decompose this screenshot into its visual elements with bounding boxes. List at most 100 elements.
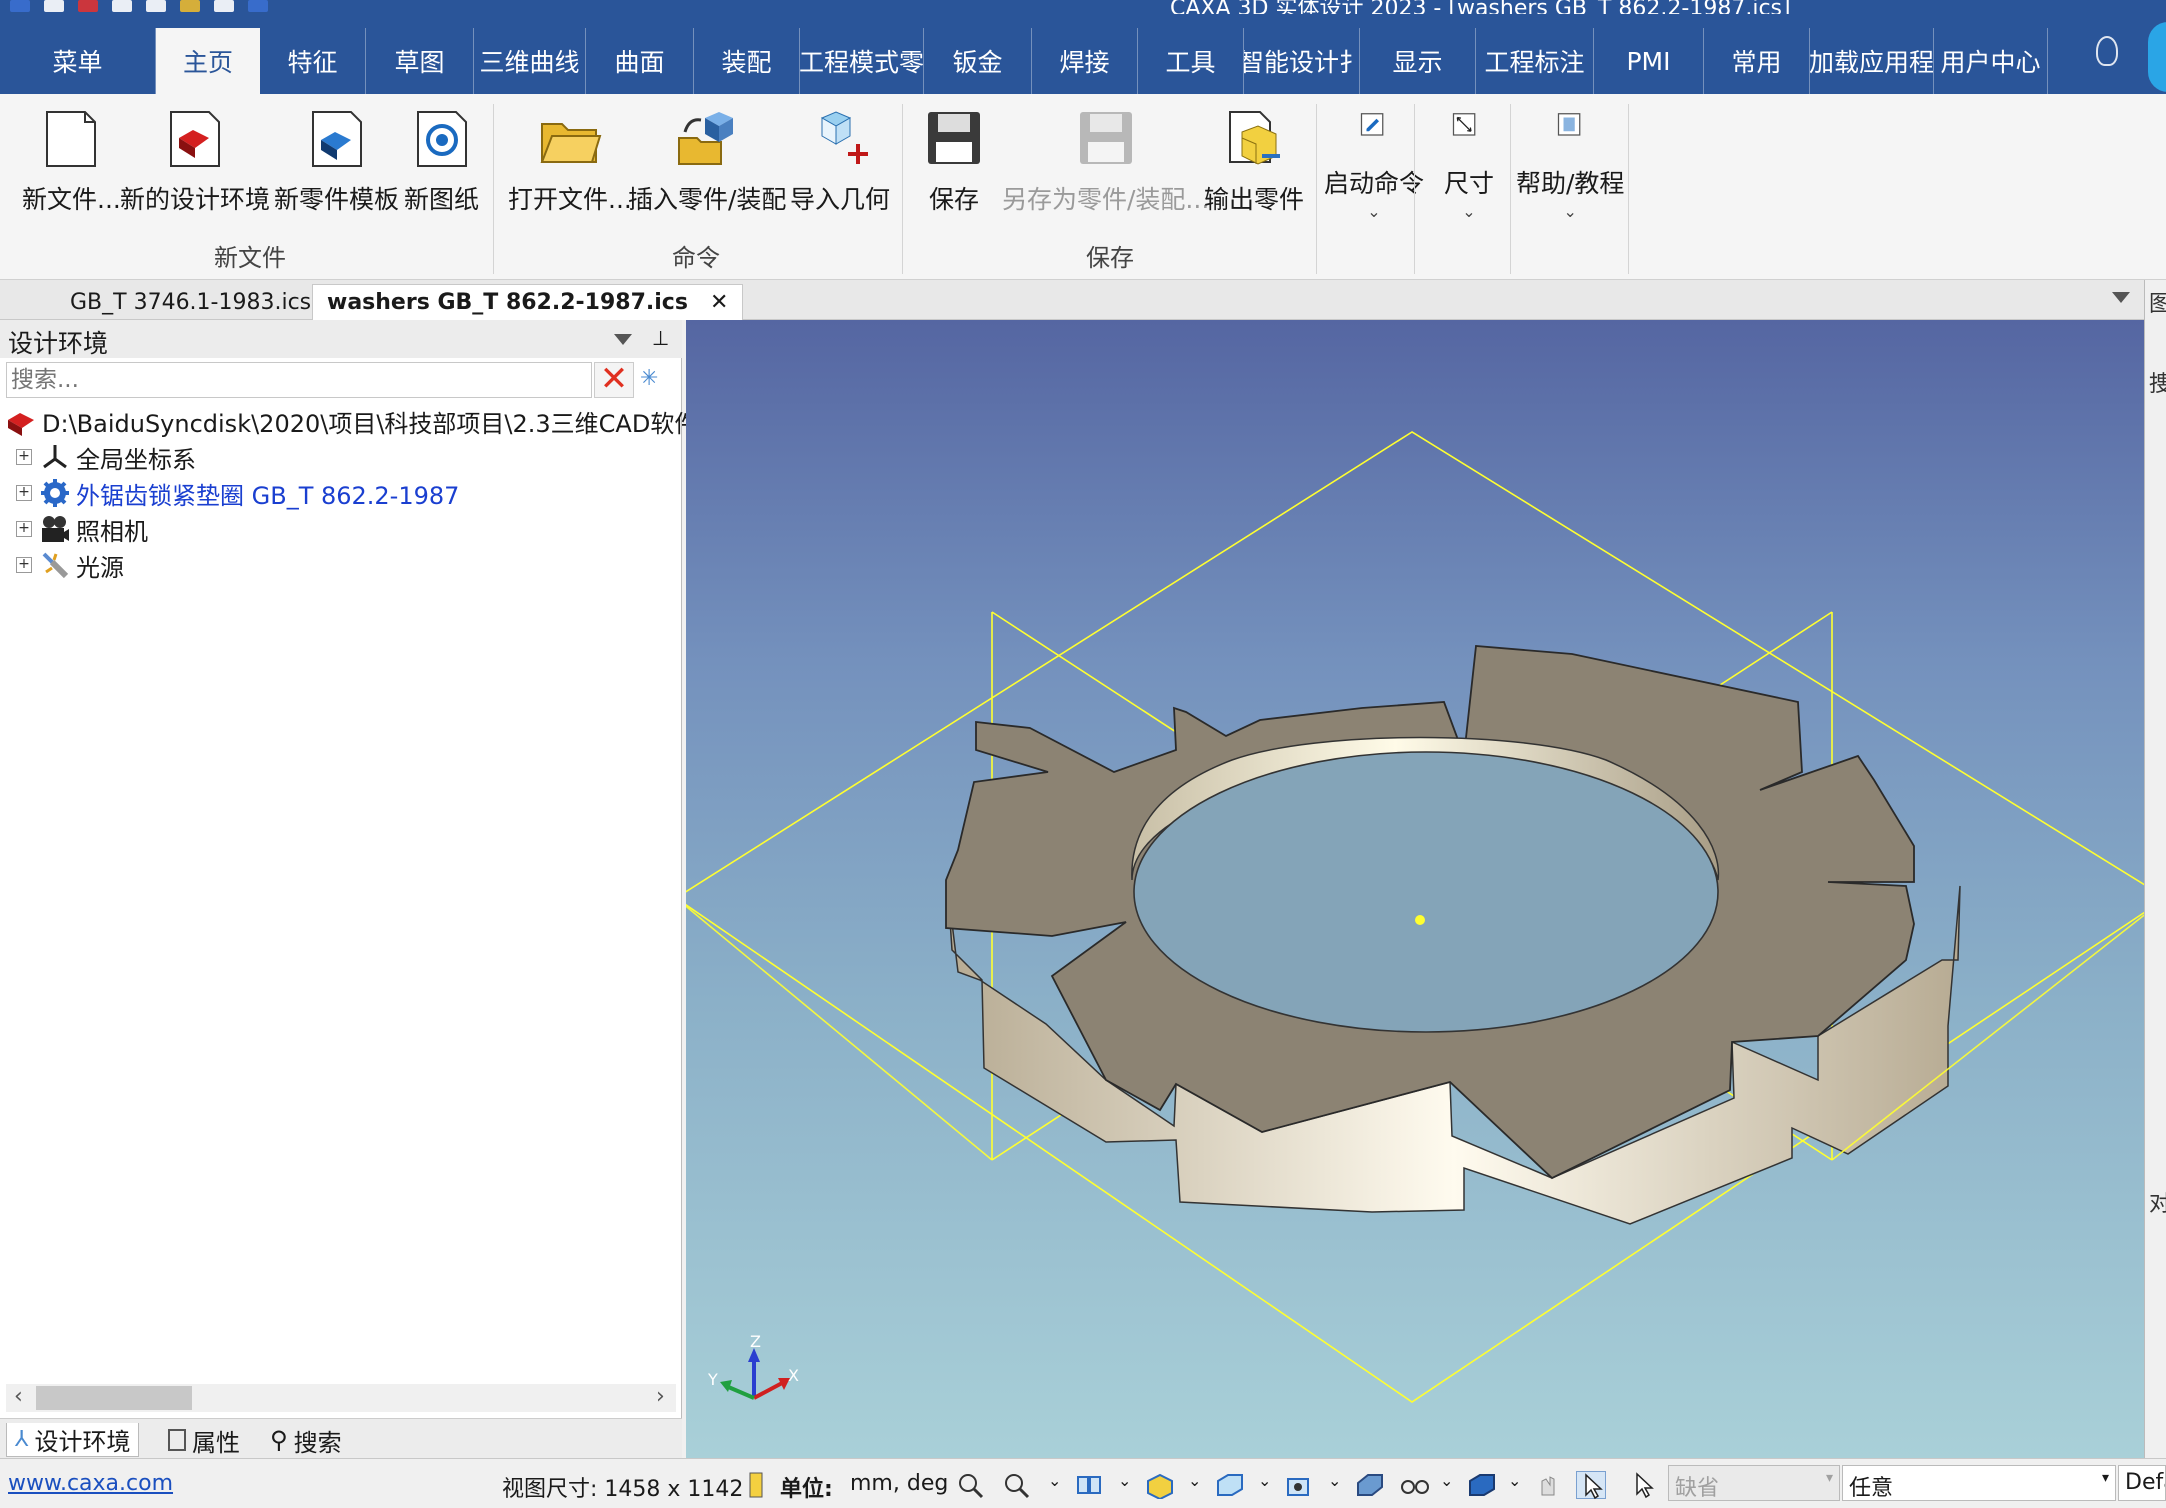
tab-common[interactable]: 常用 xyxy=(1704,28,1810,94)
tab-design-env[interactable]: ⅄ 设计环境 xyxy=(6,1423,140,1457)
filter-icon[interactable]: ✳ xyxy=(640,366,676,396)
tab-engineering-mode[interactable]: 工程模式零 xyxy=(800,28,924,94)
group-label-save: 保存 xyxy=(1086,244,1134,272)
clear-search-icon[interactable]: ✕ xyxy=(594,362,634,398)
chevron-down-icon[interactable]: ⌄ xyxy=(1258,1471,1271,1490)
save-button[interactable]: 保存 xyxy=(922,108,986,216)
tip-bulb-icon[interactable] xyxy=(2096,36,2118,66)
launch-command-button[interactable]: 启动命令 ⌄ xyxy=(1324,108,1424,221)
defa-select[interactable]: Defa xyxy=(2118,1465,2166,1501)
open-folder-icon[interactable] xyxy=(180,0,200,12)
import-geometry-button[interactable]: 导入几何 xyxy=(790,108,890,216)
tab-tools[interactable]: 工具 xyxy=(1138,28,1244,94)
view-orient-icon[interactable] xyxy=(1074,1471,1104,1499)
tree-item-light[interactable]: + 光源 xyxy=(0,548,124,582)
drawing-icon[interactable] xyxy=(146,0,166,12)
chevron-down-icon[interactable]: ⌄ xyxy=(1328,1471,1341,1490)
tab-user-center[interactable]: 用户中心 xyxy=(1934,28,2048,94)
tab-smart-design[interactable]: 智能设计扌 xyxy=(1244,28,1360,94)
tab-display[interactable]: 显示 xyxy=(1360,28,1476,94)
tab-search[interactable]: ⚲ 搜索 xyxy=(270,1423,342,1457)
export-part-button[interactable]: 输出零件 xyxy=(1204,108,1304,216)
tree-item-camera[interactable]: + 照相机 xyxy=(0,512,148,546)
tree-item-washer[interactable]: + 外锯齿锁紧垫圈 GB_T 862.2-1987 xyxy=(0,476,459,510)
part-template-icon[interactable] xyxy=(112,0,132,12)
unit-value[interactable]: mm, deg xyxy=(850,1471,948,1496)
tab-surface[interactable]: 曲面 xyxy=(586,28,694,94)
dropdown-icon[interactable] xyxy=(614,334,632,345)
insert-part-button[interactable]: 插入零件/装配 xyxy=(628,108,786,216)
pin-icon[interactable]: ⊥ xyxy=(652,326,669,350)
chevron-down-icon[interactable]: ⌄ xyxy=(1440,1471,1453,1490)
design-env-icon[interactable] xyxy=(78,0,98,12)
save-disk-icon[interactable] xyxy=(214,0,234,12)
tree-item-global-coords[interactable]: + 全局坐标系 xyxy=(0,440,196,474)
more-icon[interactable] xyxy=(248,0,268,12)
tab-pmi[interactable]: PMI xyxy=(1594,28,1704,94)
shaded-view-icon[interactable] xyxy=(1354,1471,1384,1499)
hand-icon[interactable] xyxy=(1534,1471,1564,1499)
chevron-down-icon[interactable]: ⌄ xyxy=(1118,1471,1131,1490)
tab-3d-curves[interactable]: 三维曲线 xyxy=(474,28,586,94)
chevron-down-icon[interactable]: ⌄ xyxy=(1048,1471,1061,1490)
chevron-down-icon[interactable]: ⌄ xyxy=(1188,1471,1201,1490)
open-folder-icon xyxy=(540,123,602,163)
search-input[interactable] xyxy=(6,362,592,398)
expand-icon[interactable]: + xyxy=(16,521,32,537)
tab-load-apps[interactable]: 加载应用程 xyxy=(1810,28,1934,94)
scroll-left-icon[interactable]: ‹ xyxy=(14,1384,23,1409)
tab-menu[interactable]: 菜单 xyxy=(0,28,156,94)
tab-engineering-annotation[interactable]: 工程标注 xyxy=(1476,28,1594,94)
caxa-link[interactable]: www.caxa.com xyxy=(8,1471,173,1496)
right-side-panel[interactable]: 图 捜 对 xyxy=(2144,280,2166,1458)
tab-sheet-metal[interactable]: 钣金 xyxy=(924,28,1032,94)
open-file-button[interactable]: 打开文件... xyxy=(508,108,632,216)
dropdown-icon[interactable] xyxy=(2112,292,2130,303)
quick-access-toolbar[interactable] xyxy=(10,0,268,14)
help-icon xyxy=(1558,113,1581,136)
scroll-right-icon[interactable]: › xyxy=(656,1384,665,1409)
help-tutorial-button[interactable]: 帮助/教程 ⌄ xyxy=(1516,108,1624,221)
horizontal-scrollbar[interactable]: ‹ › xyxy=(6,1384,676,1412)
section-view-icon[interactable] xyxy=(1284,1471,1314,1499)
tab-welding[interactable]: 焊接 xyxy=(1032,28,1138,94)
cube-view-icon[interactable] xyxy=(1214,1471,1244,1499)
status-bar: www.caxa.com 视图尺寸: 1458 x 1142 单位: mm, d… xyxy=(0,1458,2166,1508)
tree-root[interactable]: D:\BaiduSyncdisk\2020\项目\科技部项目\2.3三维CAD软… xyxy=(4,404,698,438)
view-size: 视图尺寸: 1458 x 1142 xyxy=(502,1477,744,1502)
unit-label: 单位: xyxy=(780,1477,833,1502)
dimension-button[interactable]: 尺寸 ⌄ xyxy=(1444,108,1494,221)
select-filter-icon[interactable] xyxy=(1628,1471,1658,1499)
group-label-command: 命令 xyxy=(672,244,720,272)
new-design-env-button[interactable]: 新的设计环境 xyxy=(120,108,270,216)
tab-properties[interactable]: 属性 xyxy=(168,1423,240,1457)
any-select[interactable]: 任意 ▾ xyxy=(1842,1465,2116,1501)
tab-assembly[interactable]: 装配 xyxy=(694,28,800,94)
expand-icon[interactable]: + xyxy=(16,449,32,465)
zoom-icon[interactable] xyxy=(956,1471,986,1499)
new-part-template-button[interactable]: 新零件模板 xyxy=(274,108,399,216)
box-view-icon[interactable] xyxy=(1466,1471,1496,1499)
pointer-icon[interactable] xyxy=(1576,1471,1606,1500)
save-as-part-button[interactable]: 另存为零件/装配... xyxy=(1002,108,1209,216)
account-icon[interactable] xyxy=(2148,22,2166,92)
new-drawing-button[interactable]: 新图纸 xyxy=(404,108,479,216)
tab-features[interactable]: 特征 xyxy=(260,28,366,94)
doc-tab-washers[interactable]: washers GB_T 862.2-1987.ics ✕ xyxy=(312,284,744,320)
zoom-box-icon[interactable] xyxy=(1002,1471,1032,1499)
doc-tab-gbt3746[interactable]: GB_T 3746.1-1983.ics xyxy=(56,284,325,320)
new-file-icon[interactable] xyxy=(44,0,64,12)
new-file-button[interactable]: 新文件... xyxy=(22,108,121,216)
render-mode-icon[interactable] xyxy=(1144,1471,1174,1501)
close-icon[interactable]: ✕ xyxy=(710,290,728,315)
default-select[interactable]: 缺省 ▾ xyxy=(1668,1465,1840,1501)
app-logo-icon xyxy=(10,0,30,12)
chevron-down-icon[interactable]: ⌄ xyxy=(1508,1471,1521,1490)
expand-icon[interactable]: + xyxy=(16,557,32,573)
tab-sketch[interactable]: 草图 xyxy=(366,28,474,94)
3d-viewport[interactable]: Z X Y xyxy=(686,320,2144,1458)
scrollbar-thumb[interactable] xyxy=(36,1386,192,1410)
expand-icon[interactable]: + xyxy=(16,485,32,501)
tab-home[interactable]: 主页 xyxy=(156,28,260,94)
glasses-icon[interactable] xyxy=(1400,1471,1430,1499)
